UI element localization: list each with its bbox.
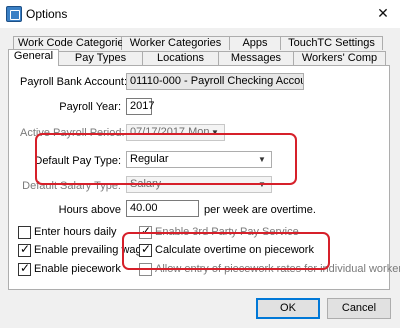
tab-work-code-categories[interactable]: Work Code Categories (13, 36, 129, 50)
allow-piecework-rates-label: Allow entry of piecework rates for indiv… (155, 263, 400, 275)
enable-prevailing-wage-option[interactable]: Enable prevailing wage (18, 242, 148, 257)
close-button[interactable]: ✕ (366, 0, 400, 28)
default-salary-type-label: Default Salary Type: (22, 180, 121, 192)
enable-piecework-option[interactable]: Enable piecework (18, 261, 121, 276)
enter-hours-daily-checkbox[interactable] (18, 225, 31, 239)
chevron-down-icon: ▼ (258, 155, 266, 164)
tab-row-front: General Pay Types Locations Messages Wor… (8, 49, 386, 66)
tab-apps[interactable]: Apps (230, 36, 281, 50)
bank-account-label: Payroll Bank Account: (20, 76, 128, 88)
bank-account-value: 01110-000 - Payroll Checking Account (130, 75, 304, 87)
window-title: Options (26, 7, 68, 21)
enable-3rd-party-option: Enable 3rd Party Pay Service (139, 224, 299, 239)
enable-piecework-checkbox[interactable] (18, 261, 31, 276)
tab-general[interactable]: General (8, 49, 59, 66)
enable-prevailing-wage-checkbox[interactable] (18, 242, 31, 257)
enter-hours-daily-label: Enter hours daily (34, 226, 117, 238)
allow-piecework-rates-checkbox (139, 262, 152, 276)
ok-button[interactable]: OK (256, 298, 320, 319)
allow-piecework-rates-option: Allow entry of piecework rates for indiv… (139, 262, 400, 276)
active-period-label: Active Payroll Period: (20, 127, 125, 139)
calc-overtime-piecework-checkbox[interactable] (139, 242, 152, 257)
enable-3rd-party-label: Enable 3rd Party Pay Service (155, 226, 299, 238)
tab-touchtc-settings[interactable]: TouchTC Settings (281, 36, 383, 50)
enable-prevailing-wage-label: Enable prevailing wage (34, 244, 148, 256)
calc-overtime-piecework-option[interactable]: Calculate overtime on piecework (139, 242, 314, 257)
enable-piecework-label: Enable piecework (34, 263, 121, 275)
payroll-year-label: Payroll Year: (59, 101, 121, 113)
enable-3rd-party-checkbox (139, 224, 152, 239)
default-salary-type-select: Salary ▼ (126, 176, 272, 193)
default-pay-type-label: Default Pay Type: (34, 155, 121, 167)
tab-worker-categories[interactable]: Worker Categories (122, 36, 230, 50)
tab-row-back: Work Code Categories Worker Categories A… (13, 36, 383, 50)
default-pay-type-value: Regular (130, 153, 169, 165)
title-bar: Options ✕ (0, 0, 400, 28)
app-icon (6, 6, 22, 22)
calc-overtime-piecework-label: Calculate overtime on piecework (155, 244, 314, 256)
tab-messages[interactable]: Messages (219, 51, 294, 65)
hours-above-label: Hours above (58, 204, 121, 216)
enter-hours-daily-option[interactable]: Enter hours daily (18, 225, 117, 239)
hours-above-field[interactable]: 40.00 (126, 200, 199, 217)
default-pay-type-select[interactable]: Regular ▼ (126, 151, 272, 168)
chevron-down-icon: ▼ (211, 128, 219, 137)
cancel-button[interactable]: Cancel (327, 298, 391, 319)
chevron-down-icon: ▼ (258, 180, 266, 189)
active-period-value: 07/17/2017 Mon (130, 126, 210, 138)
default-salary-type-value: Salary (130, 178, 162, 190)
bank-account-select[interactable]: 01110-000 - Payroll Checking Account (126, 73, 304, 90)
payroll-year-field[interactable]: 2017 (126, 98, 154, 115)
tab-locations[interactable]: Locations (143, 51, 219, 65)
tab-pay-types[interactable]: Pay Types (59, 51, 143, 65)
active-period-select: 07/17/2017 Mon ▼ (126, 124, 225, 141)
overtime-suffix-label: per week are overtime. (204, 204, 316, 216)
tab-workers-comp[interactable]: Workers' Comp (294, 51, 386, 65)
